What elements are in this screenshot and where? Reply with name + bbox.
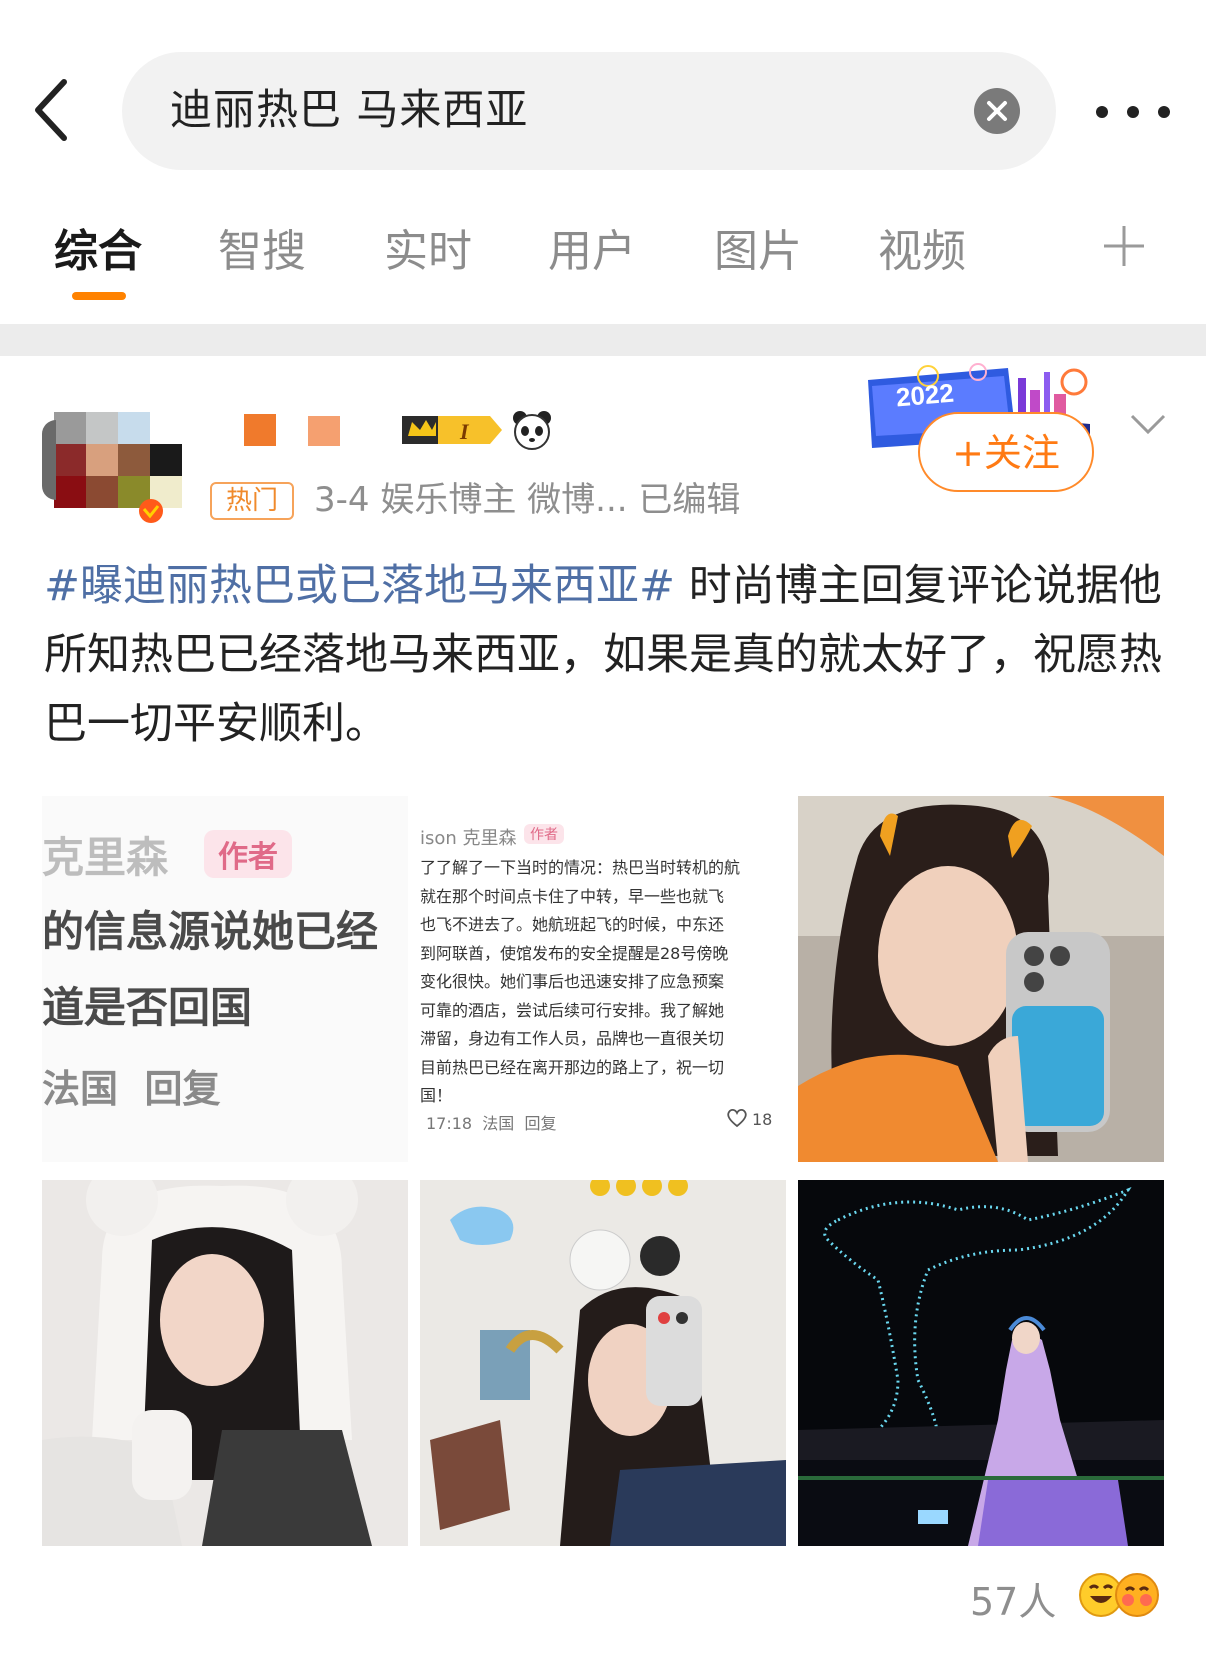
image-photo-white-hat[interactable] <box>42 1180 408 1546</box>
comment-line: 道是否回国 <box>42 983 253 1032</box>
search-input[interactable]: 迪丽热巴 马来西亚 <box>122 52 1056 170</box>
top-bar: 迪丽热巴 马来西亚 <box>0 0 1206 190</box>
comment-line: 就在那个时间点卡住了中转，早一些也就飞 <box>420 886 725 906</box>
comment-line: 目前热巴已经在离开那边的路上了，祝一切 <box>420 1057 725 1077</box>
follow-button[interactable]: +关注 <box>918 412 1094 492</box>
image-photo-horns[interactable] <box>798 796 1164 1162</box>
image-comment-full[interactable]: ison 克里森 作者 了了解了一下当时的情况：热巴当时转机的航 就在那个时间点… <box>420 796 786 1162</box>
tab-视频[interactable]: 视频 <box>878 222 966 282</box>
blush-emoji-icon <box>1114 1572 1160 1618</box>
author-tag: 作者 <box>204 830 292 878</box>
event-badge-year: 2022 <box>894 377 955 413</box>
tab-实时[interactable]: 实时 <box>384 222 472 282</box>
heart-icon <box>726 1108 748 1128</box>
topic-hashtag-link[interactable]: #曝迪丽热巴或已落地马来西亚# <box>44 561 675 611</box>
reaction-count: 57人 <box>970 1580 1057 1624</box>
image-photo-accessories[interactable] <box>420 1180 786 1546</box>
comment-line: 滞留，身边有工作人员，品牌也一直很关切 <box>420 1029 725 1048</box>
comment-line: 的信息源说她已经 <box>42 907 379 956</box>
section-divider <box>0 324 1206 356</box>
tab-智搜[interactable]: 智搜 <box>218 222 306 282</box>
comment-line: 也飞不进去了。她航班起飞的时候，中东还 <box>420 915 725 934</box>
username-redacted <box>244 414 276 446</box>
search-query: 迪丽热巴 马来西亚 <box>170 85 529 134</box>
comment-author: 克里森 <box>42 833 169 882</box>
panda-icon <box>510 410 554 452</box>
add-tab-icon[interactable] <box>1100 222 1148 270</box>
username-row[interactable]: I <box>210 410 590 456</box>
image-comment-zoom[interactable]: 克里森 作者 的信息源说她已经 道是否回国 法国 回复 <box>42 796 408 1162</box>
author-tag: 作者 <box>524 824 564 844</box>
active-tab-indicator <box>72 292 126 300</box>
comment-time: 17:18 法国 回复 <box>426 1114 557 1133</box>
comment-line: 国！ <box>420 1086 453 1105</box>
verified-badge-icon <box>134 498 168 524</box>
search-tabs: 综合 智搜 实时 用户 图片 视频 <box>0 190 1206 320</box>
image-photo-drone-show[interactable] <box>798 1180 1164 1546</box>
hot-tag: 热门 <box>210 482 294 520</box>
comment-author: ison 克里森 <box>420 828 517 849</box>
comment-line: 到阿联酋，使馆发布的安全提醒是28号傍晚 <box>420 943 729 963</box>
svg-text:I: I <box>459 419 470 444</box>
image-grid: 克里森 作者 的信息源说她已经 道是否回国 法国 回复 ison 克里森 作者 … <box>42 796 1166 1546</box>
more-options-icon[interactable] <box>1092 92 1174 132</box>
tab-用户[interactable]: 用户 <box>548 222 636 282</box>
chevron-down-icon[interactable] <box>1128 410 1168 440</box>
vip-level-icon: I <box>400 410 504 450</box>
comment-line: 了了解了一下当时的情况：热巴当时转机的航 <box>420 858 741 877</box>
comment-line: 变化很快。她们事后也迅速安排了应急预案 <box>420 972 725 991</box>
tab-综合[interactable]: 综合 <box>54 222 142 282</box>
like-count: 18 <box>752 1110 773 1129</box>
post-body: #曝迪丽热巴或已落地马来西亚# 时尚博主回复评论说据他所知热巴已经落地马来西亚，… <box>44 552 1174 759</box>
post-meta: 热门 3-4 娱乐博主 微博... 已编辑 <box>210 474 810 530</box>
avatar[interactable] <box>42 412 182 508</box>
reaction-summary[interactable]: 57人 <box>960 1568 1200 1638</box>
back-arrow-icon[interactable] <box>28 72 88 152</box>
post-meta-text: 3-4 娱乐博主 微博... 已编辑 <box>314 480 741 520</box>
comment-line: 可靠的酒店，尝试后续可行安排。我了解她 <box>420 1000 725 1020</box>
tab-图片[interactable]: 图片 <box>714 222 802 282</box>
clear-search-icon[interactable] <box>974 88 1020 134</box>
comment-footer: 法国 回复 <box>42 1067 221 1111</box>
